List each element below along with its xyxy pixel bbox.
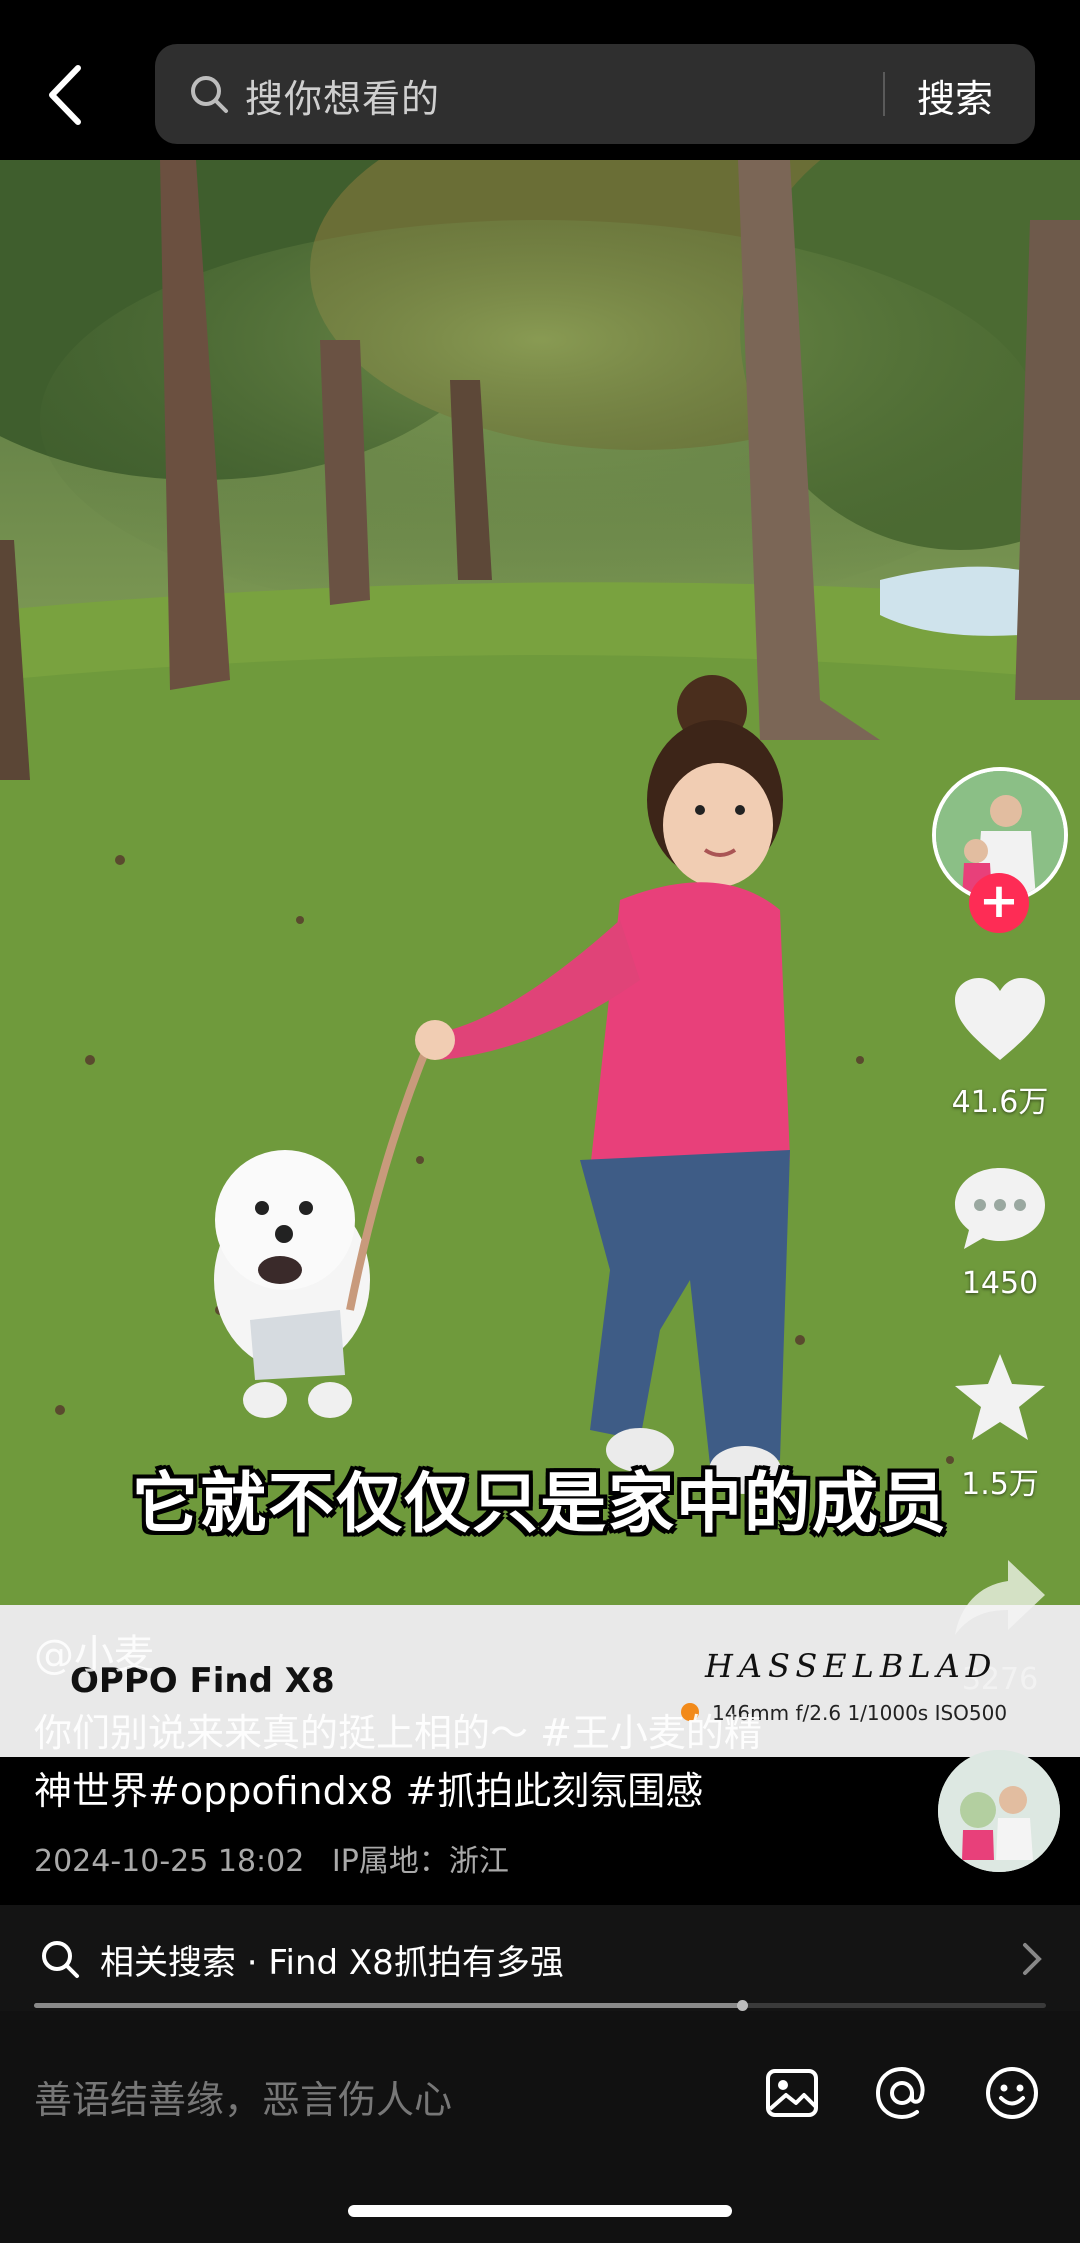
like-count: 41.6万 (951, 1085, 1049, 1120)
heart-icon[interactable] (950, 975, 1050, 1065)
search-input[interactable]: 搜你想看的 (245, 68, 440, 123)
search-icon (42, 1941, 79, 1978)
search-icon (191, 76, 228, 113)
progress-fill (34, 2003, 743, 2008)
comment-count: 1450 (961, 1266, 1039, 1301)
favorite-count: 1.5万 (961, 1467, 1039, 1502)
music-disc[interactable] (938, 1750, 1060, 1872)
watermark-brand: HASSELBLAD (705, 1647, 998, 1685)
emoji-icon[interactable] (984, 2065, 1040, 2121)
comment-input[interactable]: 善语结善缘，恶言伤人心 (34, 2069, 452, 2124)
search-divider (883, 72, 885, 116)
home-indicator[interactable] (348, 2205, 732, 2217)
comment-icon[interactable] (950, 1163, 1050, 1253)
video-subtitle: 它就不仅仅只是家中的成员 (132, 1465, 948, 1542)
related-search-bar[interactable]: 相关搜索 · Find X8抓拍有多强 (0, 1905, 1080, 2011)
post-description-line2[interactable]: 神世界#oppofindx8 #抓拍此刻氛围感 (34, 1760, 703, 1815)
post-description-line1[interactable]: 你们别说来来真的挺上相的～ #王小麦的精 (34, 1702, 762, 1757)
image-icon[interactable] (764, 2065, 820, 2121)
music-disc-image (938, 1750, 1060, 1872)
follow-plus-button[interactable]: + (969, 873, 1029, 933)
post-ip-location: IP属地：浙江 (331, 1844, 509, 1879)
related-search-text: 相关搜索 · Find X8抓拍有多强 (100, 1943, 564, 1983)
back-arrow-icon[interactable] (40, 60, 90, 130)
search-button[interactable]: 搜索 (917, 68, 993, 123)
at-mention-icon[interactable] (874, 2065, 930, 2121)
video-player[interactable]: 它就不仅仅只是家中的成员 (0, 160, 1080, 1605)
video-progress-bar[interactable] (34, 2000, 1046, 2011)
star-icon[interactable] (950, 1352, 1050, 1442)
post-meta: 2024-10-25 18:02 IP属地：浙江 (34, 1836, 509, 1880)
chevron-right-icon (1023, 1943, 1042, 1975)
author-name[interactable]: @小麦 (34, 1622, 154, 1680)
post-date: 2024-10-25 18:02 (34, 1844, 305, 1879)
top-bar: 搜你想看的 搜索 (0, 0, 1080, 160)
search-box[interactable]: 搜你想看的 搜索 (155, 44, 1035, 144)
video-frame (0, 160, 1080, 1605)
